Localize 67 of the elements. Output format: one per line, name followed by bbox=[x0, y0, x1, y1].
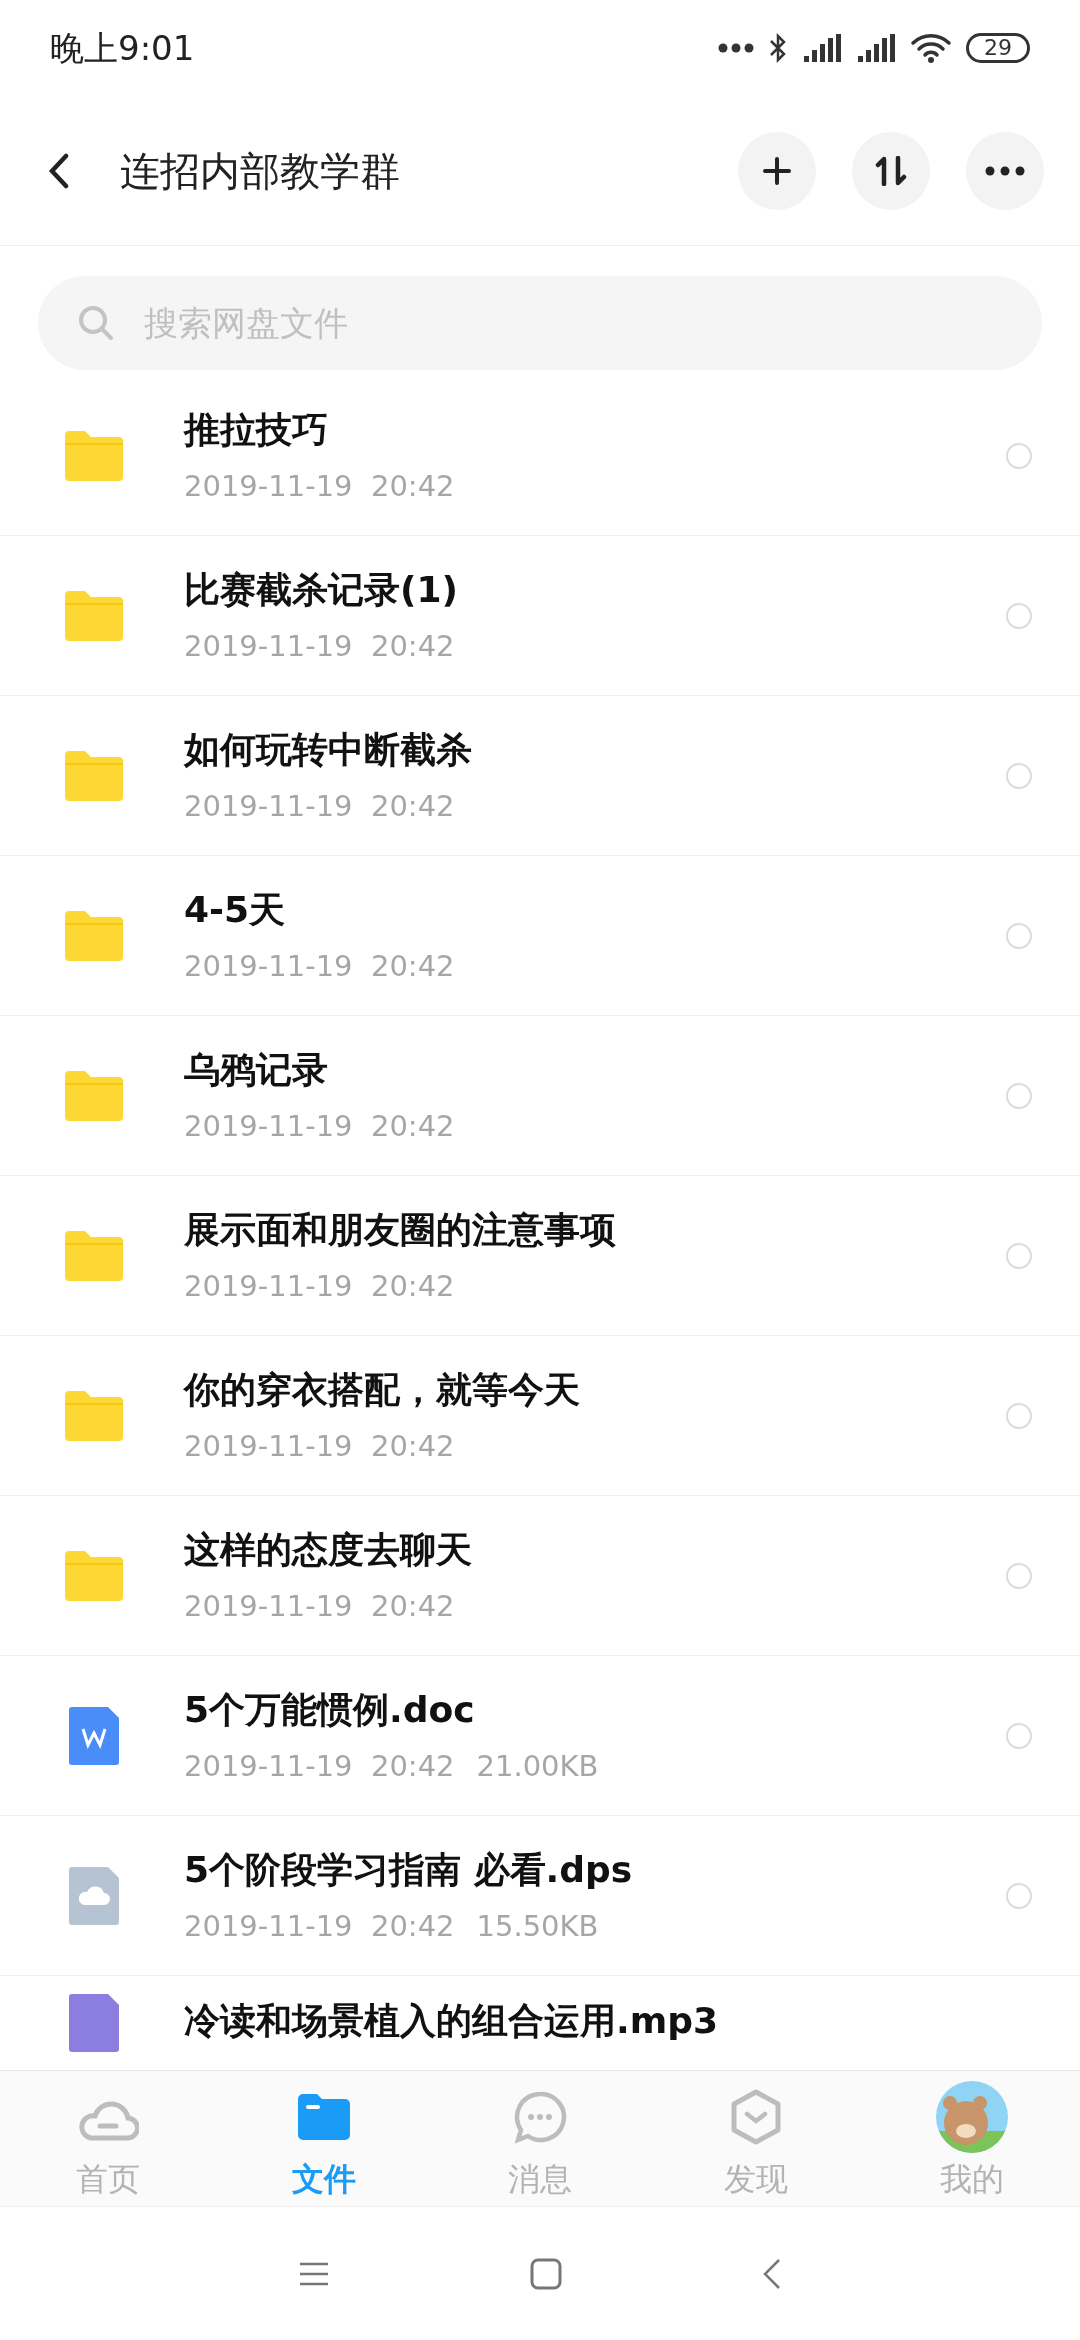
folder-icon bbox=[65, 910, 123, 961]
audio-file-icon bbox=[69, 1994, 119, 2052]
file-date: 2019-11-19 20:42 bbox=[184, 467, 455, 505]
file-row[interactable]: 你的穿衣搭配，就等今天 2019-11-19 20:42 bbox=[0, 1336, 1080, 1496]
file-date: 2019-11-19 20:42 bbox=[184, 787, 455, 825]
folder-icon bbox=[65, 590, 123, 641]
chat-bubble-icon bbox=[513, 2089, 567, 2144]
folder-icon bbox=[65, 1070, 123, 1121]
file-row[interactable]: 5个万能惯例.doc 2019-11-19 20:42 21.00KB bbox=[0, 1656, 1080, 1816]
cloud-file-icon bbox=[69, 1866, 119, 1925]
search-icon bbox=[78, 305, 114, 341]
file-name: 冷读和场景植入的组合运用.mp3 bbox=[184, 1999, 719, 2043]
wifi-icon bbox=[910, 32, 952, 64]
more-icon bbox=[985, 165, 1025, 176]
signal-icon bbox=[856, 32, 896, 64]
signal-icon bbox=[802, 32, 842, 64]
file-name: 如何玩转中断截杀 bbox=[184, 727, 473, 772]
sort-arrows-icon bbox=[874, 155, 908, 186]
file-row[interactable]: 如何玩转中断截杀 2019-11-19 20:42 bbox=[0, 696, 1080, 856]
file-name: 5个万能惯例.doc bbox=[184, 1687, 476, 1732]
file-row[interactable]: 4-5天 2019-11-19 20:42 bbox=[0, 856, 1080, 1016]
folder-icon bbox=[65, 750, 123, 801]
file-date: 2019-11-19 20:42 bbox=[184, 627, 455, 665]
back-icon[interactable] bbox=[48, 152, 70, 189]
menu-icon[interactable] bbox=[298, 2260, 330, 2287]
file-date: 2019-11-19 20:42 bbox=[184, 1747, 455, 1785]
file-date: 2019-11-19 20:42 bbox=[184, 947, 455, 985]
file-row[interactable]: 5个阶段学习指南 必看.dps 2019-11-19 20:42 15.50KB bbox=[0, 1816, 1080, 1976]
file-date: 2019-11-19 20:42 bbox=[184, 1587, 455, 1625]
file-name: 你的穿衣搭配，就等今天 bbox=[184, 1367, 581, 1412]
folder-icon bbox=[298, 2093, 350, 2140]
file-row[interactable]: 这样的态度去聊天 2019-11-19 20:42 bbox=[0, 1496, 1080, 1656]
tab-label: 文件 bbox=[292, 2158, 356, 2199]
file-size: 21.00KB bbox=[476, 1747, 599, 1785]
file-size: 15.50KB bbox=[476, 1907, 599, 1945]
file-name: 推拉技巧 bbox=[184, 407, 329, 452]
folder-icon bbox=[65, 430, 123, 481]
folder-icon bbox=[65, 1550, 123, 1601]
status-time: 晚上9:01 bbox=[50, 26, 195, 70]
plus-icon bbox=[763, 156, 791, 185]
more-dots-icon bbox=[718, 43, 754, 53]
folder-icon bbox=[65, 1390, 123, 1441]
bluetooth-icon bbox=[768, 32, 788, 64]
tab-label: 我的 bbox=[940, 2158, 1004, 2199]
file-name: 比赛截杀记录(1) bbox=[184, 567, 459, 612]
file-date: 2019-11-19 20:42 bbox=[184, 1267, 455, 1305]
file-row[interactable]: 展示面和朋友圈的注意事项 2019-11-19 20:42 bbox=[0, 1176, 1080, 1336]
file-date: 2019-11-19 20:42 bbox=[184, 1907, 455, 1945]
file-name: 展示面和朋友圈的注意事项 bbox=[184, 1207, 617, 1252]
file-row[interactable]: 推拉技巧 2019-11-19 20:42 bbox=[0, 376, 1080, 536]
file-date: 2019-11-19 20:42 bbox=[184, 1107, 455, 1145]
file-row[interactable]: 比赛截杀记录(1) 2019-11-19 20:42 bbox=[0, 536, 1080, 696]
file-name: 5个阶段学习指南 必看.dps bbox=[184, 1847, 634, 1892]
tab-label: 首页 bbox=[76, 2158, 140, 2199]
page-title: 连招内部教学群 bbox=[120, 146, 401, 196]
file-name: 乌鸦记录 bbox=[184, 1047, 329, 1092]
file-row[interactable]: 乌鸦记录 2019-11-19 20:42 bbox=[0, 1016, 1080, 1176]
folder-icon bbox=[65, 1230, 123, 1281]
home-square-icon[interactable] bbox=[530, 2257, 562, 2290]
file-name: 4-5天 bbox=[184, 887, 287, 932]
tab-label: 发现 bbox=[724, 2158, 788, 2199]
file-date: 2019-11-19 20:42 bbox=[184, 1427, 455, 1465]
battery-indicator: 29 bbox=[966, 33, 1030, 63]
document-icon bbox=[69, 1706, 119, 1765]
tab-label: 消息 bbox=[508, 2158, 572, 2199]
hexagon-icon bbox=[730, 2088, 782, 2145]
file-name: 这样的态度去聊天 bbox=[184, 1527, 473, 1572]
